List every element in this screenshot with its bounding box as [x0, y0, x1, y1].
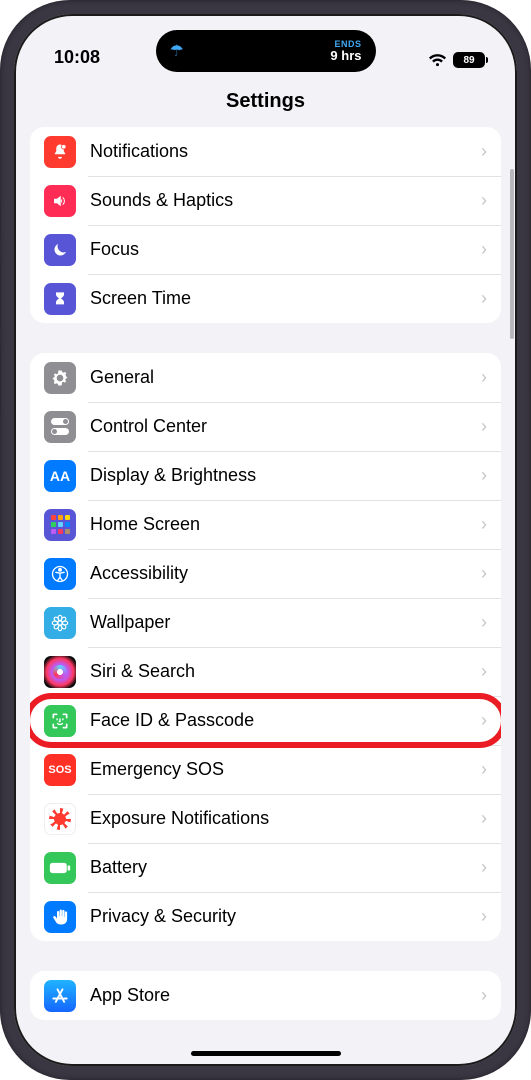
accessibility-icon — [44, 558, 76, 590]
row-focus[interactable]: Focus › — [30, 225, 501, 274]
row-label: Screen Time — [90, 288, 481, 309]
row-label: Control Center — [90, 416, 481, 437]
wifi-icon — [428, 53, 447, 67]
row-faceid[interactable]: Face ID & Passcode › — [30, 696, 501, 745]
row-label: Accessibility — [90, 563, 481, 584]
chevron-right-icon: › — [481, 416, 487, 437]
island-ends-value: 9 hrs — [330, 49, 361, 62]
screen: ☂ ENDS 9 hrs 10:08 89 Settings — [14, 14, 517, 1066]
row-accessibility[interactable]: Accessibility › — [30, 549, 501, 598]
volume-up-button — [0, 260, 1, 330]
row-label: Face ID & Passcode — [90, 710, 481, 731]
sos-icon: SOS — [44, 754, 76, 786]
row-label: Battery — [90, 857, 481, 878]
settings-group-2: General › Control Center › AA Display & … — [30, 353, 501, 941]
chevron-right-icon: › — [481, 239, 487, 260]
row-label: Privacy & Security — [90, 906, 481, 927]
row-privacy[interactable]: Privacy & Security › — [30, 892, 501, 941]
chevron-right-icon: › — [481, 141, 487, 162]
island-live-activity: ENDS 9 hrs — [330, 40, 361, 62]
row-home-screen[interactable]: Home Screen › — [30, 500, 501, 549]
bell-badge-icon — [44, 136, 76, 168]
speaker-icon — [44, 185, 76, 217]
status-time: 10:08 — [54, 47, 100, 68]
battery-level: 89 — [463, 55, 474, 66]
row-control-center[interactable]: Control Center › — [30, 402, 501, 451]
row-notifications[interactable]: Notifications › — [30, 127, 501, 176]
row-battery[interactable]: Battery › — [30, 843, 501, 892]
settings-group-3: App Store › — [30, 971, 501, 1020]
chevron-right-icon: › — [481, 985, 487, 1006]
row-display[interactable]: AA Display & Brightness › — [30, 451, 501, 500]
row-wallpaper[interactable]: Wallpaper › — [30, 598, 501, 647]
row-label: Emergency SOS — [90, 759, 481, 780]
row-label: App Store — [90, 985, 481, 1006]
row-label: Home Screen — [90, 514, 481, 535]
flower-icon — [44, 607, 76, 639]
row-label: General — [90, 367, 481, 388]
gear-icon — [44, 362, 76, 394]
hourglass-icon — [44, 283, 76, 315]
row-general[interactable]: General › — [30, 353, 501, 402]
settings-group-1: Notifications › Sounds & Haptics › Focus… — [30, 127, 501, 323]
appstore-icon — [44, 980, 76, 1012]
hand-icon — [44, 901, 76, 933]
row-label: Sounds & Haptics — [90, 190, 481, 211]
chevron-right-icon: › — [481, 857, 487, 878]
row-label: Wallpaper — [90, 612, 481, 633]
row-exposure[interactable]: Exposure Notifications › — [30, 794, 501, 843]
row-siri[interactable]: Siri & Search › — [30, 647, 501, 696]
chevron-right-icon: › — [481, 710, 487, 731]
toggles-icon — [44, 411, 76, 443]
battery-icon: 89 — [453, 52, 485, 68]
battery-icon — [44, 852, 76, 884]
row-label: Focus — [90, 239, 481, 260]
text-size-icon: AA — [44, 460, 76, 492]
app-grid-icon — [44, 509, 76, 541]
row-label: Siri & Search — [90, 661, 481, 682]
chevron-right-icon: › — [481, 367, 487, 388]
umbrella-icon: ☂ — [170, 41, 184, 61]
chevron-right-icon: › — [481, 288, 487, 309]
siri-icon — [44, 656, 76, 688]
silence-switch — [0, 200, 1, 240]
chevron-right-icon: › — [481, 190, 487, 211]
chevron-right-icon: › — [481, 563, 487, 584]
dynamic-island[interactable]: ☂ ENDS 9 hrs — [156, 30, 376, 72]
row-appstore[interactable]: App Store › — [30, 971, 501, 1020]
iphone-frame: ☂ ENDS 9 hrs 10:08 89 Settings — [0, 0, 531, 1080]
row-emergency-sos[interactable]: SOS Emergency SOS › — [30, 745, 501, 794]
row-sounds[interactable]: Sounds & Haptics › — [30, 176, 501, 225]
chevron-right-icon: › — [481, 465, 487, 486]
volume-down-button — [0, 345, 1, 415]
moon-icon — [44, 234, 76, 266]
chevron-right-icon: › — [481, 906, 487, 927]
row-label: Notifications — [90, 141, 481, 162]
covid-icon — [44, 803, 76, 835]
home-indicator[interactable] — [191, 1051, 341, 1056]
chevron-right-icon: › — [481, 612, 487, 633]
row-label: Display & Brightness — [90, 465, 481, 486]
chevron-right-icon: › — [481, 661, 487, 682]
faceid-icon — [44, 705, 76, 737]
settings-list[interactable]: Notifications › Sounds & Haptics › Focus… — [14, 127, 517, 1020]
row-label: Exposure Notifications — [90, 808, 481, 829]
page-title: Settings — [14, 72, 517, 127]
chevron-right-icon: › — [481, 808, 487, 829]
row-screentime[interactable]: Screen Time › — [30, 274, 501, 323]
chevron-right-icon: › — [481, 759, 487, 780]
chevron-right-icon: › — [481, 514, 487, 535]
